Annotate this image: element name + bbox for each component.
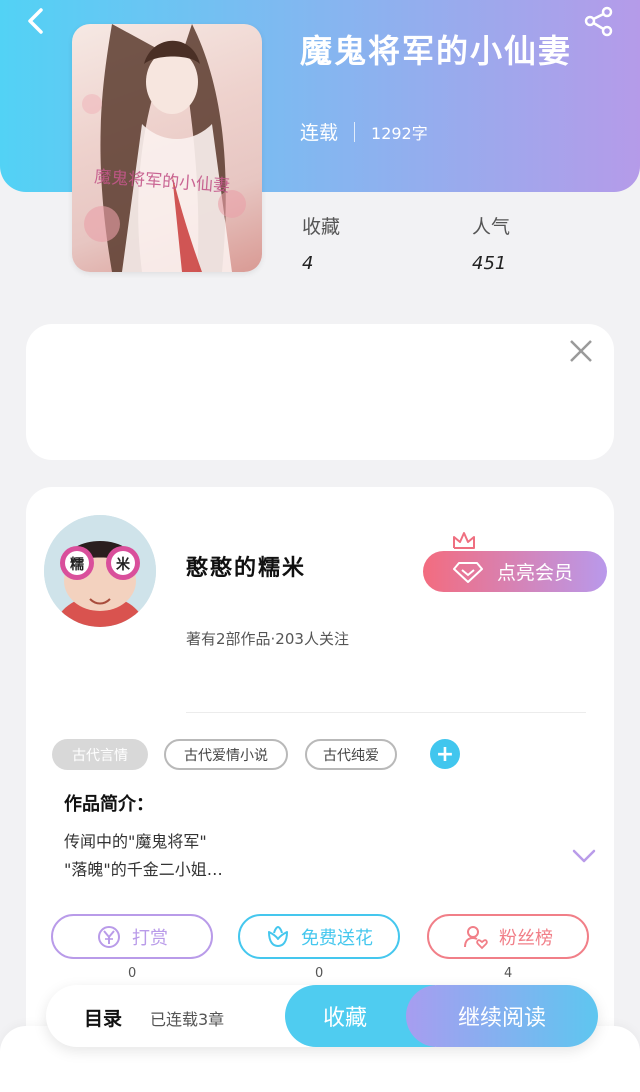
flower-icon (268, 925, 288, 947)
fan-count: 4 (504, 966, 513, 981)
book-title: 魔鬼将军的小仙妻 (300, 32, 573, 70)
stat-label: 收藏 (302, 216, 341, 238)
tip-button-label: 打赏 (132, 927, 168, 949)
fan-ranking-button[interactable]: 粉丝榜 (427, 914, 589, 959)
crown-icon (453, 532, 475, 549)
continue-reading-label: 继续阅读 (457, 1006, 546, 1031)
add-tag-button[interactable]: + (430, 739, 460, 769)
toc-button[interactable]: 目录 (84, 1004, 122, 1031)
intro-line: "落魄"的千金二小姐… (64, 860, 223, 879)
intro-title: 作品简介： (64, 794, 154, 815)
send-flower-button[interactable]: 免费送花 (238, 914, 400, 959)
tag-item[interactable]: 古代纯爱 (305, 739, 397, 770)
close-icon[interactable] (566, 336, 596, 366)
send-flower-label: 免费送花 (301, 927, 373, 949)
tip-count: 0 (128, 966, 137, 981)
avatar[interactable]: 糯 米 (44, 515, 156, 627)
stat-favorites: 收藏 4 (302, 212, 340, 274)
tag-item[interactable]: 古代言情 (52, 739, 148, 770)
tag-item[interactable]: 古代爱情小说 (164, 739, 288, 770)
stat-label: 人气 (472, 216, 511, 238)
back-icon[interactable] (22, 6, 52, 36)
continue-reading-button[interactable]: 继续阅读 (406, 985, 598, 1047)
cover-illustration (82, 24, 246, 272)
avatar-glyph-2: 米 (116, 556, 131, 573)
tip-button[interactable]: 打赏 (51, 914, 213, 959)
yen-icon (98, 925, 120, 948)
vip-button[interactable]: 点亮会员 (423, 551, 607, 592)
vip-button-label: 点亮会员 (497, 562, 574, 584)
stat-popularity: 人气 451 (472, 212, 510, 274)
meta-divider (354, 121, 356, 142)
ad-placeholder-card (26, 324, 614, 460)
author-name[interactable]: 憨憨的糯米 (186, 550, 306, 582)
word-count: 1292字 (371, 123, 428, 143)
stat-value: 4 (302, 253, 314, 274)
serial-chapters: 已连载3章 (150, 1010, 225, 1029)
stat-value: 451 (472, 253, 507, 274)
share-icon[interactable] (582, 4, 616, 38)
author-stats: 著有2部作品·203人关注 (186, 630, 349, 648)
intro-line: 传闻中的"魔鬼将军" (64, 832, 207, 851)
section-divider (186, 712, 586, 713)
chevron-down-icon[interactable] (571, 846, 597, 866)
diamond-icon (453, 561, 483, 583)
favorite-button-label: 收藏 (322, 1006, 367, 1031)
book-meta: 连载 1292字 (300, 118, 428, 145)
fan-icon (464, 925, 488, 949)
book-cover[interactable]: 魔鬼将军的小仙妻 (72, 24, 262, 272)
flower-count: 0 (315, 966, 324, 981)
avatar-glyph-1: 糯 (70, 556, 84, 573)
serial-status: 连载 (300, 122, 339, 144)
fan-ranking-label: 粉丝榜 (499, 927, 553, 949)
